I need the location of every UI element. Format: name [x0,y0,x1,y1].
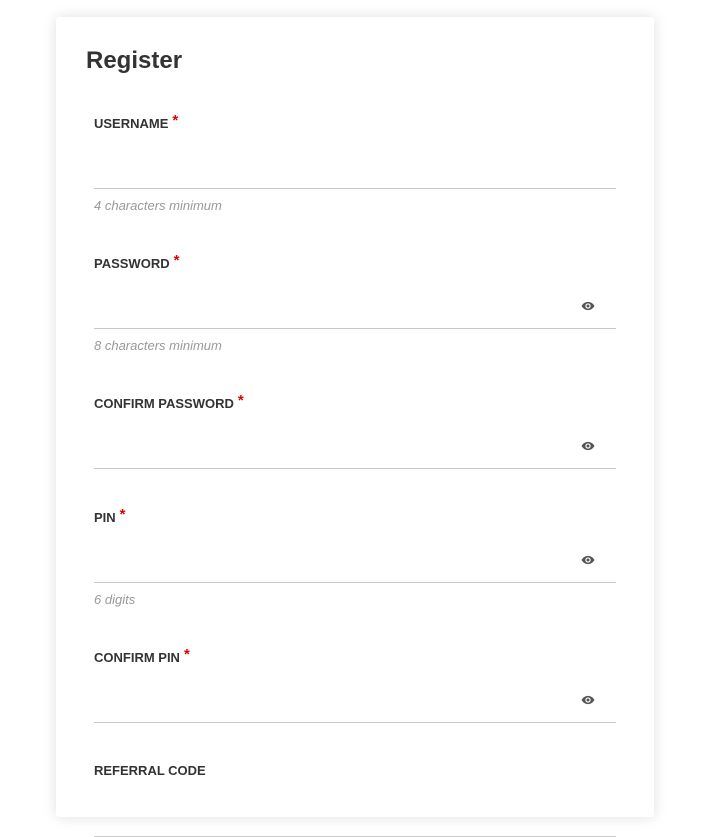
required-mark: * [172,112,179,129]
eye-icon[interactable] [581,553,595,567]
eye-icon[interactable] [581,693,595,707]
password-hint: 8 characters minimum [94,338,222,353]
password-input-wrap [94,285,616,329]
referral-code-input-wrap [94,793,616,837]
required-mark: * [173,252,180,269]
username-hint: 4 characters minimum [94,198,222,213]
referral-code-label: REFERRAL CODE [94,763,206,778]
pin-label: PIN * [94,506,126,525]
confirm-pin-label: CONFIRM PIN * [94,646,190,665]
required-mark: * [119,506,126,523]
eye-icon[interactable] [581,299,595,313]
pin-hint: 6 digits [94,592,136,607]
password-input[interactable] [94,285,574,327]
page-title: Register [86,47,183,74]
pin-input[interactable] [94,539,574,581]
required-mark: * [183,646,190,663]
username-input-wrap [94,145,616,189]
password-label: PASSWORD * [94,252,180,271]
confirm-pin-input-wrap [94,679,616,723]
required-mark: * [237,392,244,409]
confirm-password-input[interactable] [94,425,574,467]
confirm-password-input-wrap [94,425,616,469]
confirm-password-label: CONFIRM PASSWORD * [94,392,244,411]
username-label: USERNAME * [94,112,179,131]
username-input[interactable] [94,145,574,187]
pin-input-wrap [94,539,616,583]
confirm-pin-input[interactable] [94,679,574,721]
referral-code-input[interactable] [94,793,574,835]
register-card: Register USERNAME * 4 characters minimum … [56,17,654,837]
eye-icon[interactable] [581,439,595,453]
